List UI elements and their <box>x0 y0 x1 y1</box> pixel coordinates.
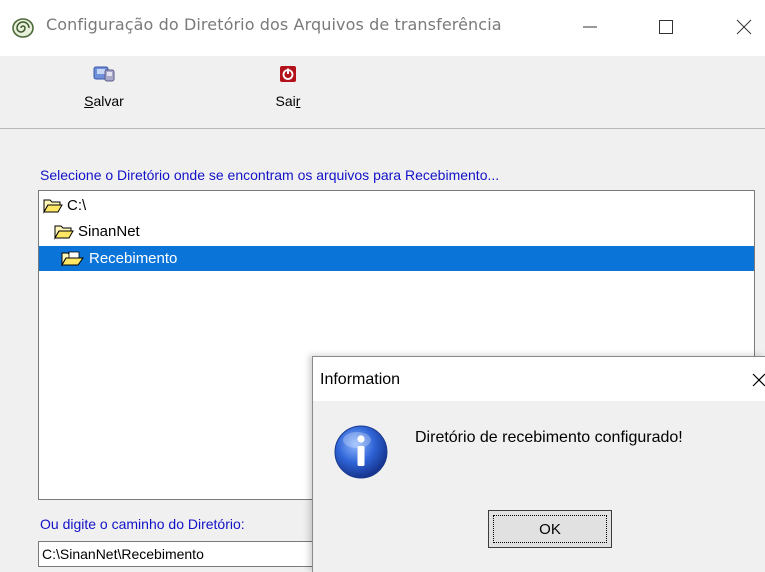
minimize-icon[interactable] <box>579 16 601 38</box>
dialog-message: Diretório de recebimento configurado! <box>415 429 683 446</box>
title-bar: Configuração do Diretório dos Arquivos d… <box>0 0 765 56</box>
close-icon[interactable] <box>733 16 755 38</box>
information-dialog: Information Diretório de recebimento con… <box>312 356 765 572</box>
open-folder-icon <box>43 199 63 214</box>
dialog-title: Information <box>320 371 401 388</box>
window-title: Configuração do Diretório dos Arquivos d… <box>46 15 502 34</box>
ok-button[interactable]: OK <box>488 510 612 548</box>
tree-item-sinannet[interactable]: SinanNet <box>54 219 140 244</box>
close-icon[interactable] <box>751 372 765 388</box>
spiral-app-icon <box>12 18 34 38</box>
directory-prompt: Selecione o Diretório onde se encontram … <box>40 167 500 183</box>
dialog-title-bar: Information <box>313 357 765 401</box>
tree-item-drive[interactable]: C:\ <box>43 193 86 218</box>
open-folder-icon <box>54 225 74 240</box>
save-icon <box>93 66 115 82</box>
exit-label: Sair <box>275 93 301 109</box>
toolbar: Salvar Sair <box>0 56 765 129</box>
tree-item-label: C:\ <box>67 197 87 214</box>
path-input[interactable] <box>38 541 338 567</box>
tree-item-label: SinanNet <box>78 223 140 240</box>
path-label: Ou digite o caminho do Diretório: <box>40 516 245 532</box>
maximize-icon[interactable] <box>655 16 677 38</box>
power-icon <box>280 66 296 82</box>
save-button[interactable]: Salvar <box>74 64 134 109</box>
tree-item-recebimento[interactable]: Recebimento <box>39 246 754 271</box>
info-icon <box>334 425 388 479</box>
open-folder-icon <box>61 251 84 267</box>
tree-item-label: Recebimento <box>89 250 178 267</box>
save-label: Salvar <box>84 93 124 109</box>
exit-button[interactable]: Sair <box>268 64 308 109</box>
